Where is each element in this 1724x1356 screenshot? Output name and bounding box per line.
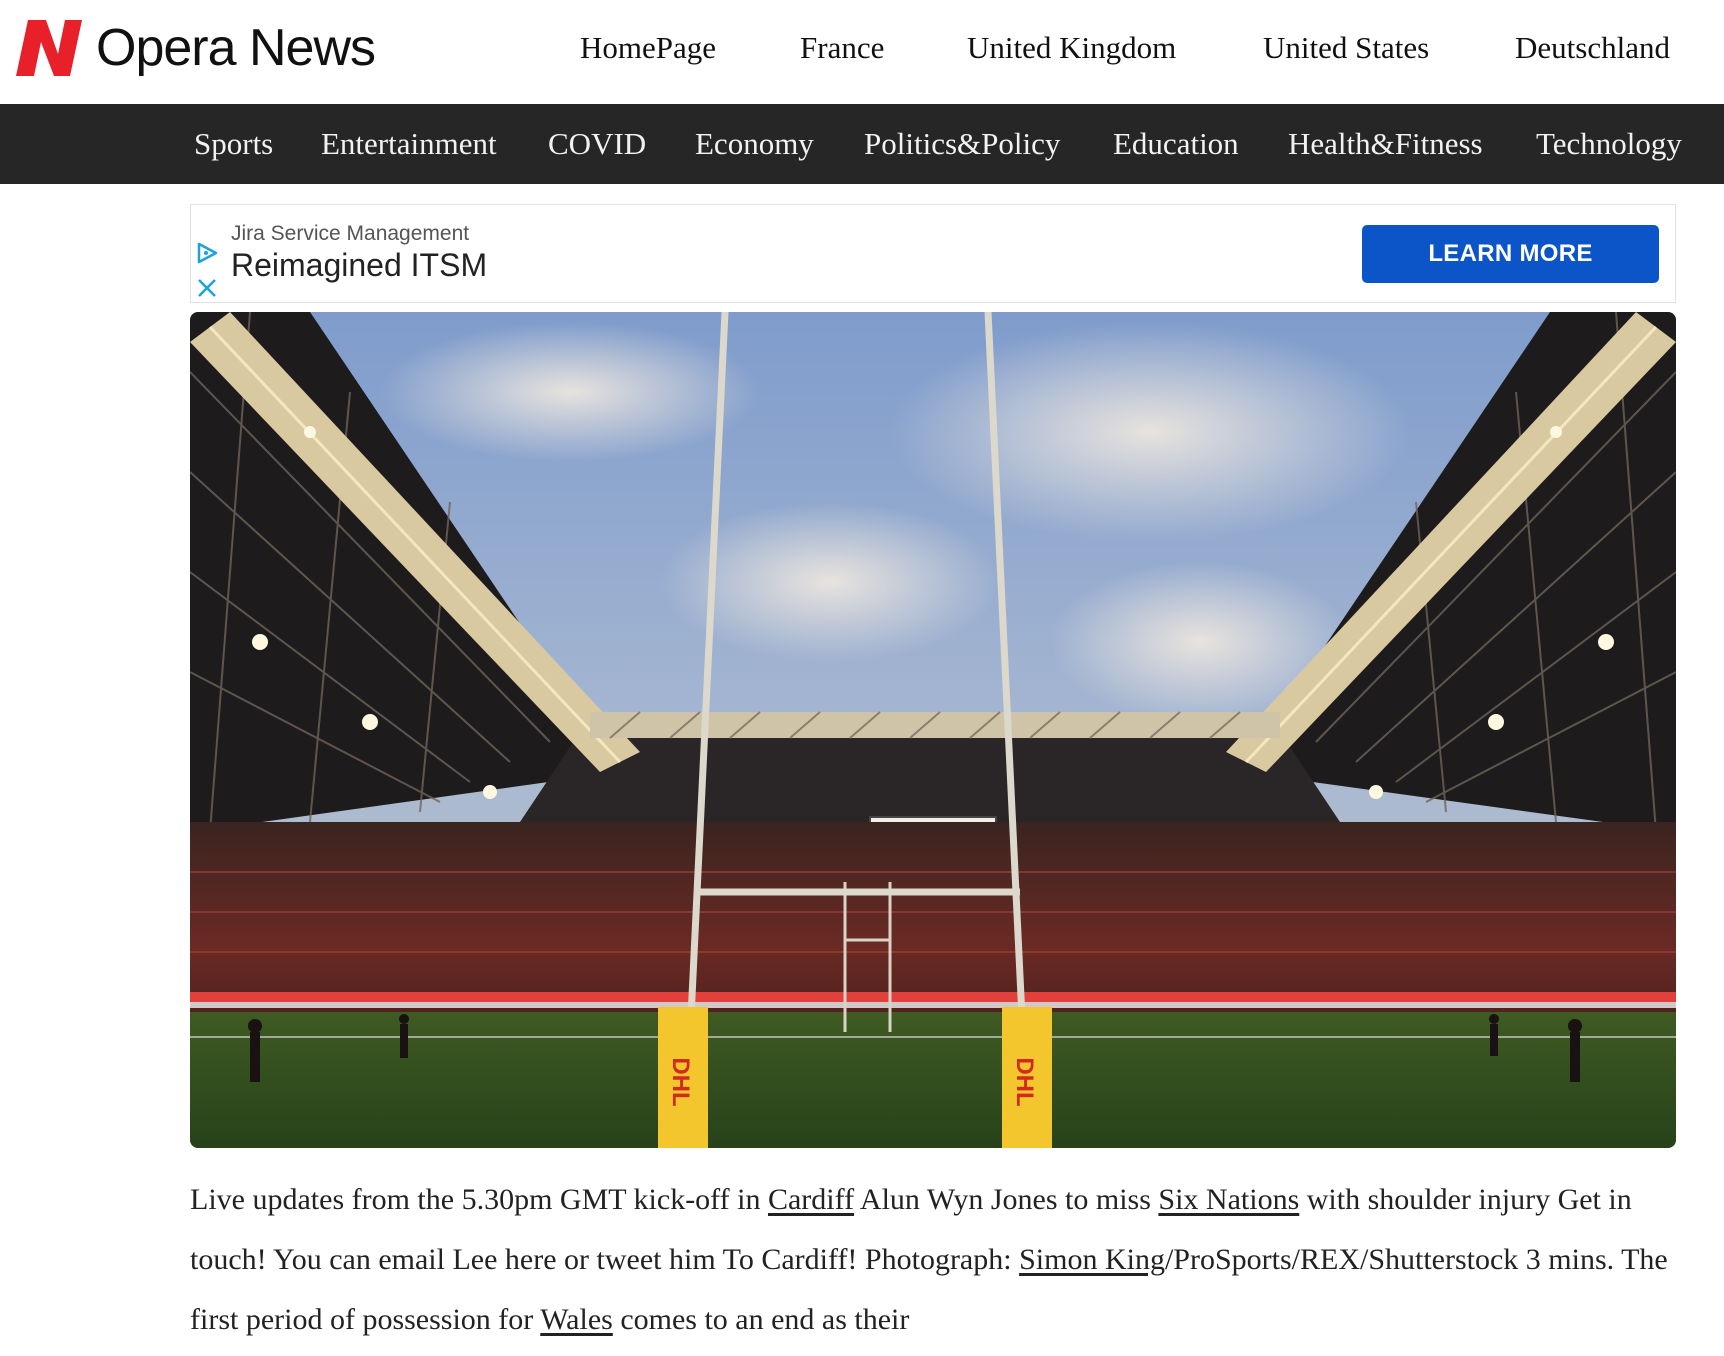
nav-united-kingdom[interactable]: United Kingdom (967, 30, 1176, 66)
article-text: Alun Wyn Jones to miss (854, 1183, 1159, 1216)
article-text: comes to an end as their (612, 1303, 910, 1336)
article-text: Live updates from the 5.30pm GMT kick-of… (190, 1183, 768, 1216)
link-cardiff[interactable]: Cardiff (768, 1183, 854, 1216)
nav-homepage[interactable]: HomePage (580, 30, 716, 66)
nav-france[interactable]: France (800, 30, 884, 66)
post-pad-sign: DHL (667, 1057, 694, 1106)
link-photographer[interactable]: Simon King (1019, 1243, 1165, 1276)
ad-advertiser: Jira Service Management (231, 222, 470, 245)
category-economy[interactable]: Economy (695, 126, 814, 162)
ad-choices-icon[interactable] (195, 241, 219, 265)
link-wales[interactable]: Wales (540, 1303, 613, 1336)
hero-image: DHL DHL (190, 312, 1676, 1148)
close-icon[interactable] (196, 277, 218, 299)
ad-headline[interactable]: Reimagined ITSM (231, 247, 487, 284)
ad-banner[interactable]: Jira Service Management Reimagined ITSM … (190, 204, 1676, 303)
article-body: Live updates from the 5.30pm GMT kick-of… (190, 1170, 1676, 1350)
category-entertainment[interactable]: Entertainment (321, 126, 497, 162)
top-header: Opera News HomePage France United Kingdo… (0, 0, 1724, 104)
nav-united-states[interactable]: United States (1263, 30, 1429, 66)
top-nav: HomePage France United Kingdom United St… (0, 30, 1724, 72)
post-pad-sign: DHL (1011, 1057, 1038, 1106)
category-bar: Sports Entertainment COVID Economy Polit… (0, 104, 1724, 184)
category-health-fitness[interactable]: Health&Fitness (1288, 126, 1483, 162)
stadium-photo: DHL DHL (190, 312, 1676, 1148)
category-sports[interactable]: Sports (194, 126, 273, 162)
nav-deutschland[interactable]: Deutschland (1515, 30, 1670, 66)
category-covid[interactable]: COVID (548, 126, 646, 162)
category-politics-policy[interactable]: Politics&Policy (864, 126, 1060, 162)
learn-more-button[interactable]: LEARN MORE (1362, 225, 1659, 283)
article-paragraph: Live updates from the 5.30pm GMT kick-of… (190, 1170, 1676, 1350)
category-education[interactable]: Education (1113, 126, 1239, 162)
link-six-nations[interactable]: Six Nations (1158, 1183, 1299, 1216)
category-technology[interactable]: Technology (1536, 126, 1682, 162)
